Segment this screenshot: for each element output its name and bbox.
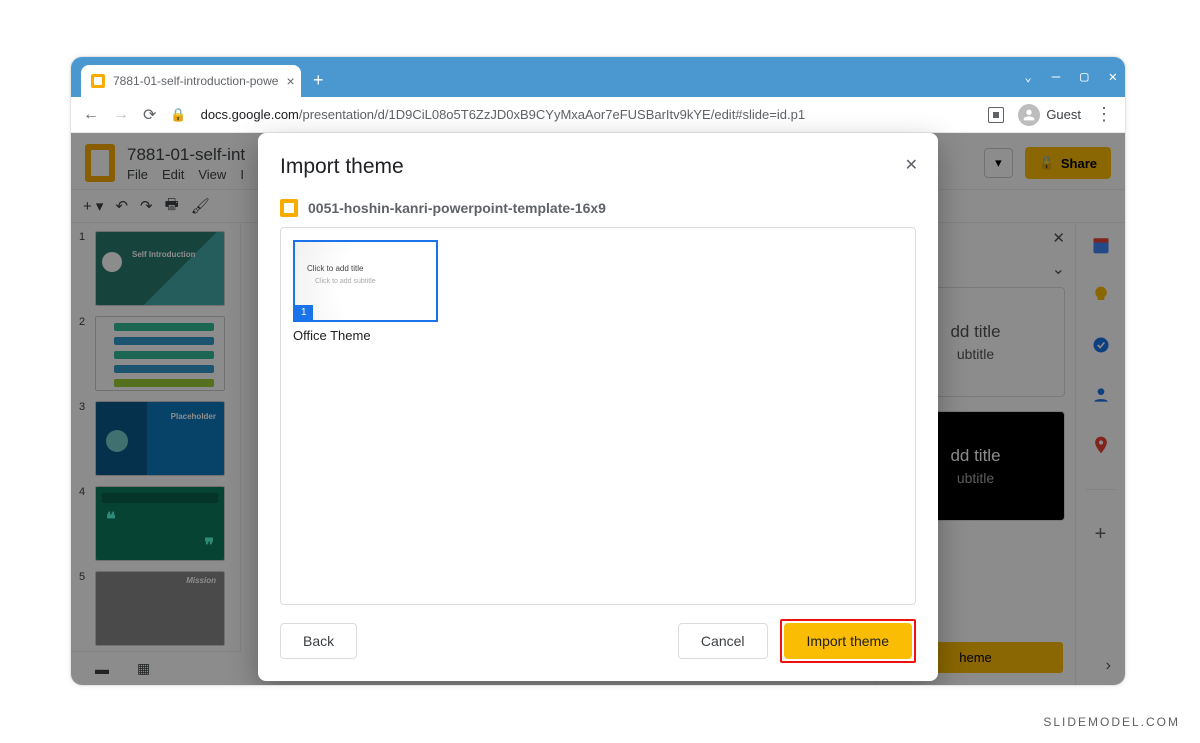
import-theme-dialog: Import theme ✕ 0051-hoshin-kanri-powerpo…: [258, 133, 938, 681]
close-icon[interactable]: ✕: [1109, 69, 1117, 85]
slides-favicon: [91, 74, 105, 88]
source-file-name: 0051-hoshin-kanri-powerpoint-template-16…: [308, 200, 606, 216]
address-bar[interactable]: docs.google.com/presentation/d/1D9CiL08o…: [201, 107, 975, 122]
dialog-footer: Back Cancel Import theme: [280, 619, 916, 663]
maximize-icon[interactable]: ▢: [1080, 69, 1088, 85]
browser-titlebar: 7881-01-self-introduction-powe × + ⌄ — ▢…: [71, 57, 1125, 97]
watermark: SLIDEMODEL.COM: [1043, 715, 1180, 729]
import-theme-button[interactable]: Import theme: [784, 623, 912, 659]
back-button[interactable]: Back: [280, 623, 357, 659]
browser-toolbar: ← → ⟳ 🔒 docs.google.com/presentation/d/1…: [71, 97, 1125, 133]
new-tab-button[interactable]: +: [301, 70, 336, 97]
window-controls: ⌄ — ▢ ✕: [1024, 57, 1117, 97]
reload-icon[interactable]: ⟳: [143, 105, 156, 125]
lock-icon[interactable]: 🔒: [170, 107, 186, 123]
theme-item-office[interactable]: Click to add title Click to add subtitle…: [293, 240, 438, 343]
close-icon[interactable]: ✕: [905, 155, 918, 175]
tab-close-icon[interactable]: ×: [286, 73, 294, 89]
tab-title: 7881-01-self-introduction-powe: [113, 74, 278, 88]
theme-name-label: Office Theme: [293, 328, 438, 343]
extensions-icon[interactable]: [988, 107, 1004, 123]
chevron-down-icon[interactable]: ⌄: [1024, 70, 1031, 84]
theme-grid[interactable]: Click to add title Click to add subtitle…: [280, 227, 916, 605]
profile-chip[interactable]: Guest: [1018, 104, 1081, 126]
browser-tab[interactable]: 7881-01-self-introduction-powe ×: [81, 65, 301, 97]
selection-badge: 1: [295, 305, 313, 320]
nav-forward-icon[interactable]: →: [113, 106, 129, 124]
minimize-icon[interactable]: —: [1052, 69, 1060, 85]
dialog-title: Import theme: [280, 155, 916, 179]
avatar-icon: [1018, 104, 1040, 126]
source-file-row: 0051-hoshin-kanri-powerpoint-template-16…: [280, 199, 916, 217]
slides-file-icon: [280, 199, 298, 217]
callout-highlight: Import theme: [780, 619, 916, 663]
theme-preview: Click to add title Click to add subtitle…: [293, 240, 438, 322]
nav-back-icon[interactable]: ←: [83, 106, 99, 124]
cancel-button[interactable]: Cancel: [678, 623, 768, 659]
browser-menu-icon[interactable]: ⋮: [1095, 111, 1113, 118]
